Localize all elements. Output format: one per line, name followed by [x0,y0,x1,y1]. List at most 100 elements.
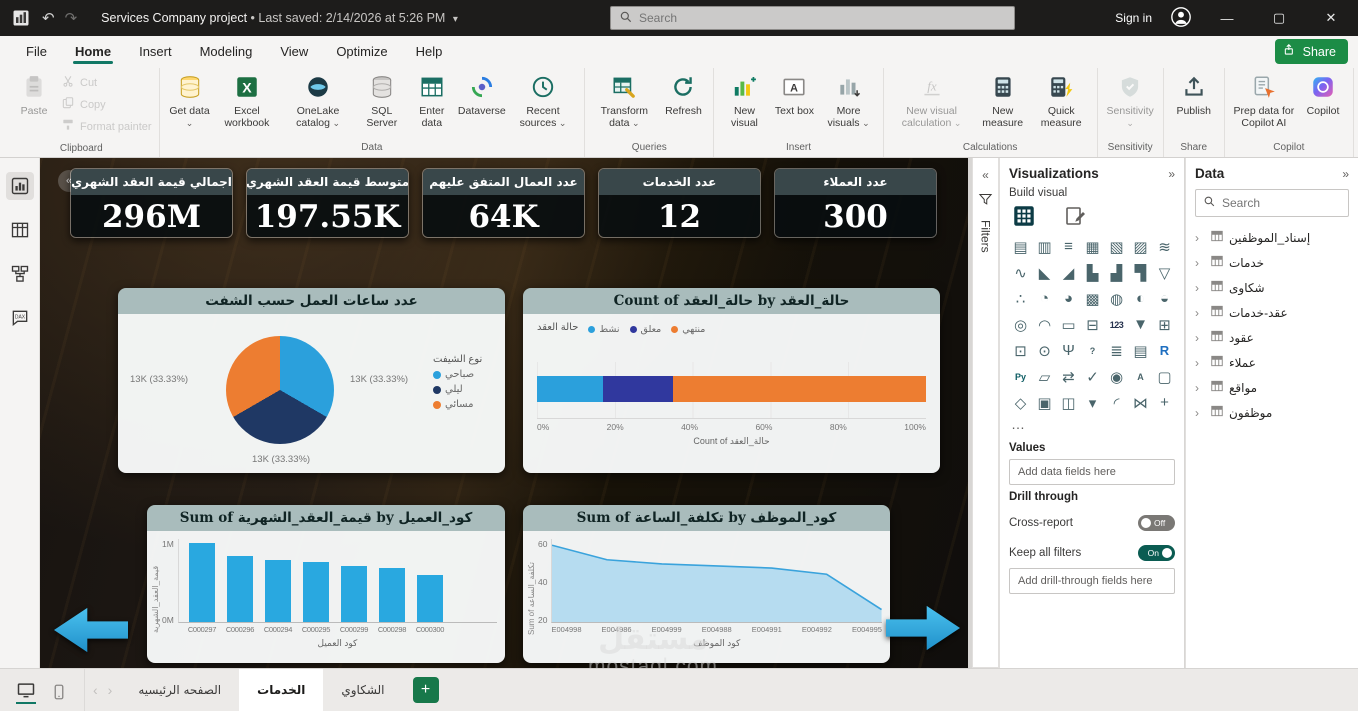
azure-map-icon[interactable]: ◎ [1009,313,1032,336]
bar[interactable] [378,568,405,622]
100-stacked-bar-chart-icon[interactable]: ▧ [1105,235,1128,258]
page-tab-[interactable]: الشكاوي [323,669,402,711]
ribbon-button-refresh[interactable]: Refresh [658,68,708,119]
bar-segment[interactable] [537,376,604,402]
clustered-column-chart-icon[interactable]: ▦ [1081,235,1104,258]
table-item[interactable]: › عملاء [1195,350,1349,375]
button-icon[interactable]: ▢ [1153,365,1176,388]
collapse-data-panel-icon[interactable]: » [1342,167,1349,181]
menu-item-help[interactable]: Help [404,39,455,64]
add-drill-through-fields-well[interactable]: Add drill-through fields here [1009,568,1175,594]
card-icon[interactable]: ▭ [1057,313,1080,336]
column-chart-visual[interactable]: Sum of قيمة_العقد_الشهرية by كود_العميل … [147,505,505,663]
key-influencers-icon[interactable]: ⊙ [1033,339,1056,362]
scatter-chart-icon[interactable]: ∴ [1009,287,1032,310]
add-data-fields-well[interactable]: Add data fields here [1009,459,1175,485]
table-item[interactable]: › عقود [1195,325,1349,350]
table-item[interactable]: › إسناد_الموظفين [1195,225,1349,250]
more-visual-options[interactable]: … [1011,416,1175,432]
gauge-icon[interactable]: ◠ [1033,313,1056,336]
report-canvas[interactable]: « اجمالي قيمة العقد الشهري 296M متوسط قيمة… [40,158,968,668]
bar-segment[interactable] [603,376,674,402]
stacked-bar-visual[interactable]: Count of حالة_العقد by حالة_العقد حالة ا… [523,288,940,473]
next-page-icon[interactable]: › [108,682,113,698]
shape-map-icon[interactable]: ◒ [1153,287,1176,310]
bar[interactable] [340,565,367,622]
ribbon-button-new-visual-calculation[interactable]: fx New visual calculation ⌄ [889,68,975,132]
filters-pane-collapsed[interactable]: « Filters [972,158,999,668]
ribbon-button-dataverse[interactable]: Dataverse [457,68,507,119]
clustered-bar-chart-icon[interactable]: ≡ [1057,235,1080,258]
stacked-column-chart-icon[interactable]: ▥ [1033,235,1056,258]
kpi-card[interactable]: اجمالي قيمة العقد الشهري 296M [70,168,233,238]
collapse-visualizations-icon[interactable]: » [1168,167,1175,181]
ribbon-button-onelake-catalog[interactable]: OneLake catalog ⌄ [279,68,357,132]
expand-chevron-icon[interactable]: › [1195,331,1205,345]
build-visual-mode-icon[interactable] [1011,203,1037,229]
maximize-button[interactable]: ▢ [1262,10,1296,26]
legend-item[interactable]: ليلي [433,384,482,395]
ribbon-button-recent-sources[interactable]: Recent sources ⌄ [507,68,579,132]
ribbon-button-new-measure[interactable]: New measure [975,68,1031,132]
ribbon-button-copy[interactable]: Copy [61,96,152,113]
ribbon-button-quick-measure[interactable]: Quick measure [1031,68,1092,132]
table-item[interactable]: › شكاوى [1195,275,1349,300]
kpi-card[interactable]: متوسط قيمة العقد الشهري 197.55K [246,168,409,238]
image-icon[interactable]: ▣ [1033,391,1056,414]
table-item[interactable]: › عقد-خدمات [1195,300,1349,325]
kpi-card[interactable]: عدد العمال المتفق عليهم 64K [422,168,585,238]
legend-item[interactable]: صباحي [433,369,482,380]
get-more-visuals-icon[interactable]: + [1153,391,1176,414]
matrix-icon[interactable]: ⊡ [1009,339,1032,362]
ribbon-button-new-visual[interactable]: New visual [719,68,769,132]
undo-icon[interactable]: ↶ [42,9,55,27]
qna-icon[interactable]: ? [1081,339,1104,362]
share-button[interactable]: Share [1274,39,1348,64]
title-caret-icon[interactable]: ▾ [453,14,458,25]
close-button[interactable]: ✕ [1314,10,1348,26]
table-item[interactable]: › خدمات [1195,250,1349,275]
ribbon-button-more-visuals[interactable]: More visuals ⌄ [819,68,877,132]
bar[interactable] [188,543,215,622]
dax-query-view-icon[interactable]: DAX [6,304,34,332]
bar[interactable] [226,555,253,622]
funnel-chart-icon[interactable]: ▽ [1153,261,1176,284]
r-script-visual-icon[interactable]: R [1153,339,1176,362]
menu-item-view[interactable]: View [268,39,320,64]
waterfall-chart-icon[interactable]: ▜ [1129,261,1152,284]
python-visual-icon[interactable]: Py [1009,365,1032,388]
pie-circle[interactable] [226,336,334,444]
search-input[interactable] [639,11,1006,25]
legend-item[interactable]: معلق [629,324,661,335]
table-icon[interactable]: ⊞ [1153,313,1176,336]
line-chart-icon[interactable]: ∿ [1009,261,1032,284]
ribbon-button-cut[interactable]: Cut [61,74,152,91]
ribbon-chart-icon[interactable]: ≋ [1153,235,1176,258]
multi-row-card-icon[interactable]: ⊟ [1081,313,1104,336]
menu-item-file[interactable]: File [14,39,59,64]
expand-chevron-icon[interactable]: › [1195,281,1205,295]
map-icon[interactable]: ◍ [1105,287,1128,310]
expand-chevron-icon[interactable]: › [1195,406,1205,420]
shape-icon[interactable]: ◇ [1009,391,1032,414]
data-search[interactable] [1195,189,1349,217]
expand-chevron-icon[interactable]: › [1195,356,1205,370]
table-item[interactable]: › مواقع [1195,375,1349,400]
legend-item[interactable]: مسائي [433,399,482,410]
table-view-icon[interactable] [6,216,34,244]
donut-chart-icon[interactable]: ◕ [1057,287,1080,310]
redo-icon[interactable]: ↷ [65,9,78,27]
ribbon-button-publish[interactable]: Publish [1169,68,1219,119]
page-tab-[interactable]: الصفحه الرئيسيه [120,669,239,711]
power-automate-icon[interactable]: ⇄ [1057,365,1080,388]
add-page-button[interactable]: + [412,677,439,703]
legend-item[interactable]: نشط [588,324,620,335]
bar[interactable] [416,574,443,622]
previous-page-arrow-button[interactable] [54,606,128,654]
keep-all-filters-toggle[interactable]: On [1138,545,1175,561]
ribbon-button-excel-workbook[interactable]: X Excel workbook [215,68,280,132]
menu-item-insert[interactable]: Insert [127,39,184,64]
ribbon-button-transform-data[interactable]: Transform data ⌄ [590,68,658,132]
ribbon-button-format-painter[interactable]: Format painter [61,118,152,135]
web-layout-icon[interactable] [16,676,36,704]
